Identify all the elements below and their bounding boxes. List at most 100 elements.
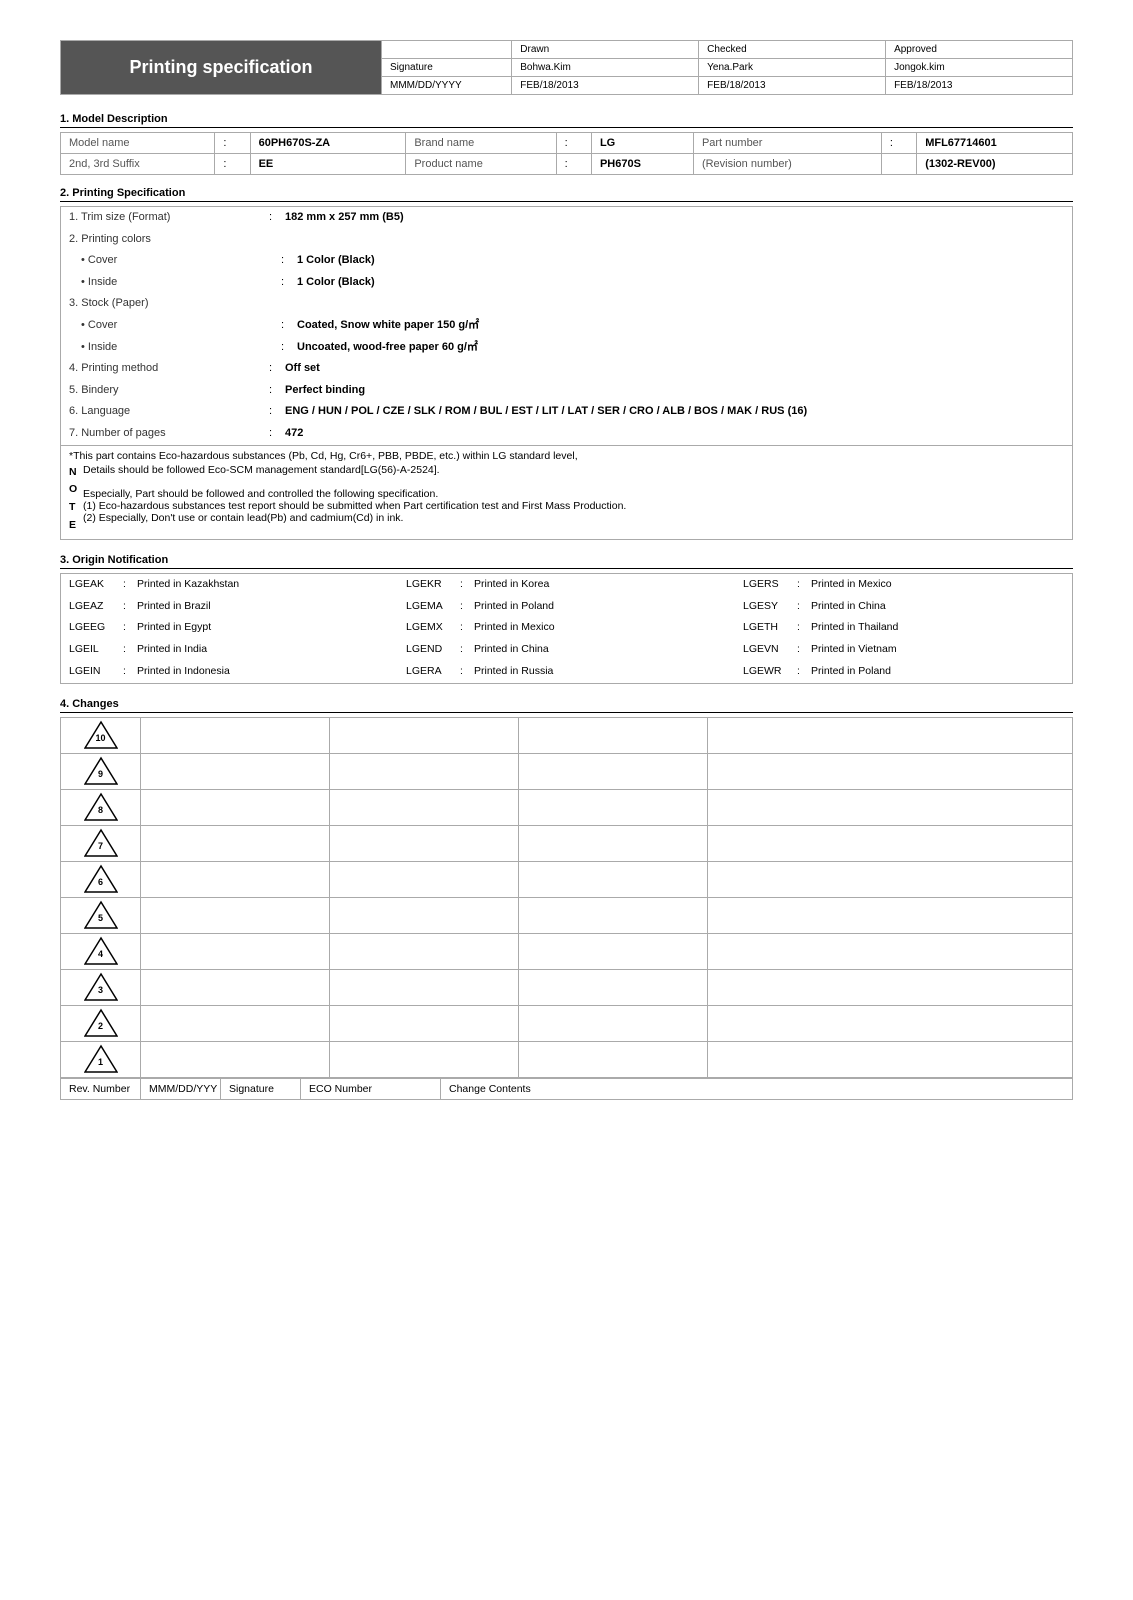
changes-col2-1 [330, 1042, 519, 1077]
changes-col3-2 [519, 1006, 708, 1041]
changes-col3-5 [519, 898, 708, 933]
model-name-sep: : [215, 133, 250, 154]
note-line-5: (2) Especially, Don't use or contain lea… [83, 512, 1064, 524]
header-approved-sig: Jongok.kim [886, 59, 1072, 76]
spec-language-val: ENG / HUN / POL / CZE / SLK / ROM / BUL … [285, 403, 807, 421]
changes-col1-9 [141, 754, 330, 789]
spec-method-val: Off set [285, 360, 320, 378]
spec-stock-cover-label: • Cover [81, 317, 281, 335]
changes-col3-10 [519, 718, 708, 753]
changes-col4-5 [708, 898, 1072, 933]
changes-col1-1 [141, 1042, 330, 1077]
changes-row-8: 8 [61, 790, 1072, 826]
changes-col2-2 [330, 1006, 519, 1041]
suffix-label: 2nd, 3rd Suffix [61, 154, 215, 175]
header-checked-label: Checked [699, 41, 886, 58]
product-name-label: Product name [406, 154, 556, 175]
suffix-sep: : [215, 154, 250, 175]
note-line-3: Especially, Part should be followed and … [83, 488, 1064, 500]
changes-col4-3 [708, 970, 1072, 1005]
triangle-4: 4 [84, 936, 118, 966]
changes-col3-3 [519, 970, 708, 1005]
triangle-7: 7 [84, 828, 118, 858]
changes-row-5: 5 [61, 898, 1072, 934]
changes-col1-7 [141, 826, 330, 861]
changes-col4-6 [708, 862, 1072, 897]
origin-grid: LGEAK:Printed in Kazakhstan LGEKR:Printe… [61, 574, 1072, 683]
triangle-5: 5 [84, 900, 118, 930]
changes-row-10: 10 [61, 718, 1072, 754]
header-sig-label: Signature [382, 59, 512, 76]
spec-stock-inside-val: Uncoated, wood-free paper 60 g/㎡ [297, 339, 478, 357]
changes-col3-9 [519, 754, 708, 789]
changes-col3-4 [519, 934, 708, 969]
changes-col1-5 [141, 898, 330, 933]
header-checked-sig: Yena.Park [699, 59, 886, 76]
spec-stock-inside-label: • Inside [81, 339, 281, 357]
origin-lgesy: LGESY:Printed in China [735, 596, 1072, 618]
note-letter-o: O [69, 481, 83, 499]
spec-cover-color-val: 1 Color (Black) [297, 252, 375, 270]
note-letter-n: N [69, 464, 83, 482]
changes-row-6: 6 [61, 862, 1072, 898]
spec-method: 4. Printing method : Off set [61, 358, 1072, 380]
header-section: Printing specification Drawn Checked App… [60, 40, 1073, 95]
spec-pages-val: 472 [285, 425, 303, 443]
note-letter-e: E [69, 517, 83, 535]
changes-num-8: 8 [61, 790, 141, 825]
header-date-row: MMM/DD/YYYY FEB/18/2013 FEB/18/2013 FEB/… [382, 77, 1072, 94]
changes-num-5: 5 [61, 898, 141, 933]
triangle-label-5: 5 [98, 913, 103, 923]
triangle-3: 3 [84, 972, 118, 1002]
changes-row-2: 2 [61, 1006, 1072, 1042]
spec-pages-label: 7. Number of pages [69, 425, 269, 443]
changes-col2-4 [330, 934, 519, 969]
triangle-10: 10 [84, 720, 118, 750]
origin-lgeeg: LGEEG:Printed in Egypt [61, 617, 398, 639]
origin-lgema: LGEMA:Printed in Poland [398, 596, 735, 618]
changes-num-7: 7 [61, 826, 141, 861]
product-name-sep: : [556, 154, 591, 175]
spec-stock-inside: • Inside : Uncoated, wood-free paper 60 … [61, 337, 1072, 359]
changes-col4-4 [708, 934, 1072, 969]
changes-num-1: 1 [61, 1042, 141, 1077]
changes-col2-8 [330, 790, 519, 825]
spec-bindery-val: Perfect binding [285, 382, 365, 400]
part-number-sep: : [881, 133, 916, 154]
origin-lgemx: LGEMX:Printed in Mexico [398, 617, 735, 639]
triangle-6: 6 [84, 864, 118, 894]
spec-inside-color-label: • Inside [81, 274, 281, 292]
rev-number-val: (1302-REV00) [917, 154, 1073, 175]
header-meta: Drawn Checked Approved Signature Bohwa.K… [381, 41, 1072, 94]
brand-name-label: Brand name [406, 133, 556, 154]
note-line-1: Details should be followed Eco-SCM manag… [83, 464, 1064, 476]
origin-lgeak: LGEAK:Printed in Kazakhstan [61, 574, 398, 596]
triangle-label-8: 8 [98, 805, 103, 815]
triangle-label-7: 7 [98, 841, 103, 851]
spec-bindery-label: 5. Bindery [69, 382, 269, 400]
brand-name-sep: : [556, 133, 591, 154]
changes-col3-1 [519, 1042, 708, 1077]
changes-col3-7 [519, 826, 708, 861]
note-line-4: (1) Eco-hazardous substances test report… [83, 500, 1064, 512]
origin-lgein: LGEIN:Printed in Indonesia [61, 661, 398, 683]
changes-col4-9 [708, 754, 1072, 789]
triangle-9: 9 [84, 756, 118, 786]
document-title: Printing specification [61, 41, 381, 94]
changes-col4-7 [708, 826, 1072, 861]
spec-pages: 7. Number of pages : 472 [61, 423, 1072, 445]
spec-trim-label: 1. Trim size (Format) [69, 209, 269, 227]
rev-number-sep [881, 154, 916, 175]
changes-col4-8 [708, 790, 1072, 825]
spec-cover-color-label: • Cover [81, 252, 281, 270]
spec-stock-label: 3. Stock (Paper) [69, 295, 269, 313]
footer-signature: Signature [221, 1079, 301, 1099]
triangle-label-9: 9 [98, 769, 103, 779]
model-row-2: 2nd, 3rd Suffix : EE Product name : PH67… [61, 154, 1073, 175]
changes-col4-10 [708, 718, 1072, 753]
origin-lgeth: LGETH:Printed in Thailand [735, 617, 1072, 639]
changes-num-9: 9 [61, 754, 141, 789]
changes-num-4: 4 [61, 934, 141, 969]
spec-stock: 3. Stock (Paper) [61, 293, 1072, 315]
brand-name-val: LG [591, 133, 693, 154]
